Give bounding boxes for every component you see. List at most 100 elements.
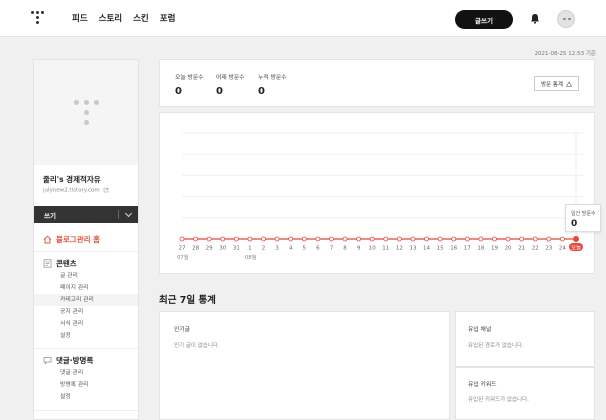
x-tick-label: 18	[477, 246, 484, 252]
channel-title: 유입 채널	[468, 327, 492, 333]
main-nav: 피드 스토리 스킨 포럼	[72, 12, 175, 24]
sidebar-item-comments[interactable]: 댓글 관리	[34, 367, 138, 379]
tistory-logo-icon[interactable]	[31, 11, 45, 25]
x-tick-label: 3	[275, 246, 279, 252]
sidebar-item-home[interactable]: 블로그관리 홈	[43, 234, 100, 245]
content-menu: 글 관리 페이지 관리 카테고리 관리 공지 관리 서식 관리 설정	[34, 270, 138, 342]
data-point	[519, 236, 525, 242]
chevron-down-icon[interactable]	[124, 209, 133, 218]
blog-name[interactable]: 줄리's 경제적자유	[43, 174, 101, 185]
sidebar-section-comments[interactable]: 댓글·방명록	[43, 355, 93, 366]
section-title: 댓글·방명록	[56, 356, 94, 365]
divider	[34, 251, 138, 252]
blog-logo-icon	[74, 100, 100, 130]
popular-posts-panel: 인기글 인기 글이 없습니다.	[159, 311, 450, 420]
data-point	[410, 236, 416, 242]
sidebar-item-pages[interactable]: 페이지 관리	[34, 282, 138, 294]
nav-skin[interactable]: 스킨	[133, 12, 149, 24]
nav-feed[interactable]: 피드	[72, 12, 88, 24]
stat-value: 0	[258, 86, 265, 97]
visit-line-chart: 27 28 29 30 31 1 2 3 4 5 6 7 8 9 10 11 12 13 14 15 16 17 18 19 2…	[177, 132, 584, 261]
home-icon	[43, 235, 52, 244]
sidebar-item-templates[interactable]: 서식 관리	[34, 318, 138, 330]
comment-menu: 댓글 관리 방명록 관리 설정	[34, 367, 138, 403]
sidebar-write-label: 쓰기	[44, 211, 56, 220]
sidebar-item-content-settings[interactable]: 설정	[34, 330, 138, 342]
data-point	[261, 236, 266, 242]
sidebar-section-content[interactable]: 콘텐츠	[43, 258, 77, 269]
data-point	[451, 236, 457, 242]
x-tick-label: 13	[409, 246, 416, 252]
keyword-title: 유입 키워드	[468, 382, 497, 388]
inflow-keyword-panel: 유입 키워드 유입된 키워드가 없습니다.	[455, 367, 595, 420]
data-point	[301, 236, 307, 242]
sidebar-item-comment-settings[interactable]: 설정	[34, 391, 138, 403]
data-point	[233, 236, 239, 242]
x-tick-label: 오늘	[571, 245, 581, 252]
visit-stats-panel: 오늘 방문수 0 어제 방문수 0 누적 방문수 0 방문 통계	[159, 59, 595, 107]
month-label: 08월	[245, 253, 257, 261]
chart-icon	[566, 80, 572, 87]
x-tick-label: 23	[545, 246, 552, 252]
stat-yesterday: 어제 방문수 0	[216, 72, 245, 97]
tooltip-value: 0	[571, 219, 578, 229]
inflow-channel-panel: 유입 채널 유입된 경로가 없습니다.	[455, 311, 595, 367]
external-link-icon[interactable]	[103, 187, 109, 193]
nav-forum[interactable]: 포럼	[160, 12, 176, 24]
x-tick-label: 11	[382, 246, 389, 252]
avatar[interactable]	[557, 10, 575, 28]
x-tick-label: 15	[437, 246, 444, 252]
nav-story[interactable]: 스토리	[99, 12, 122, 24]
data-point	[274, 236, 280, 242]
blog-url-text[interactable]: julynew2.tistory.com	[43, 188, 100, 194]
x-tick-label: 24	[559, 246, 566, 252]
comment-icon	[43, 357, 52, 365]
data-point	[329, 236, 334, 242]
x-tick-label: 1	[248, 246, 252, 252]
x-tick-label: 28	[192, 246, 199, 252]
x-tick-label: 30	[219, 246, 226, 252]
x-tick-label: 19	[491, 246, 498, 252]
sidebar-home-label: 블로그관리 홈	[56, 235, 101, 244]
tooltip-label: 일간 방문수	[571, 211, 596, 217]
section-title: 콘텐츠	[56, 259, 77, 268]
sidebar-item-posts[interactable]: 글 관리	[34, 270, 138, 282]
x-tick-label: 2	[262, 246, 266, 252]
data-point	[356, 236, 362, 242]
x-tick-label: 31	[233, 246, 240, 252]
x-tick-label: 17	[464, 246, 471, 252]
x-tick-label: 9	[357, 246, 361, 252]
sidebar-item-guestbook[interactable]: 방명록 관리	[34, 379, 138, 391]
x-tick-label: 22	[532, 246, 539, 252]
sidebar-write-button[interactable]: 쓰기	[34, 206, 138, 223]
x-tick-label: 8	[343, 246, 347, 252]
x-tick-label: 10	[369, 246, 376, 252]
data-point	[505, 236, 511, 242]
sidebar-item-categories[interactable]: 카테고리 관리	[34, 294, 138, 306]
data-point	[206, 236, 212, 242]
x-tick-label: 7	[330, 246, 334, 252]
data-point	[369, 236, 375, 242]
x-tick-label: 20	[505, 246, 512, 252]
visit-stats-label: 방문 통계	[541, 81, 563, 88]
x-tick-label: 6	[316, 246, 320, 252]
data-point	[464, 236, 470, 242]
write-post-button[interactable]: 글쓰기	[455, 10, 513, 29]
stat-total: 누적 방문수 0	[258, 72, 287, 97]
stat-value: 0	[216, 86, 223, 97]
stat-label: 오늘 방문수	[175, 75, 204, 81]
keyword-empty: 유입된 키워드가 없습니다.	[468, 397, 529, 403]
recent-stats-title: 최근 7일 통계	[159, 295, 216, 306]
bell-icon[interactable]	[530, 13, 540, 24]
sidebar-item-notices[interactable]: 공지 관리	[34, 306, 138, 318]
data-point	[383, 236, 389, 242]
blog-thumbnail	[34, 60, 138, 165]
blog-url[interactable]: julynew2.tistory.com	[43, 187, 109, 194]
data-point	[247, 236, 253, 242]
data-point	[315, 236, 321, 242]
visit-stats-button[interactable]: 방문 통계	[534, 76, 579, 91]
data-point	[424, 236, 429, 242]
x-tick-label: 29	[206, 246, 213, 252]
stat-today: 오늘 방문수 0	[175, 72, 204, 97]
stat-label: 어제 방문수	[216, 75, 245, 81]
